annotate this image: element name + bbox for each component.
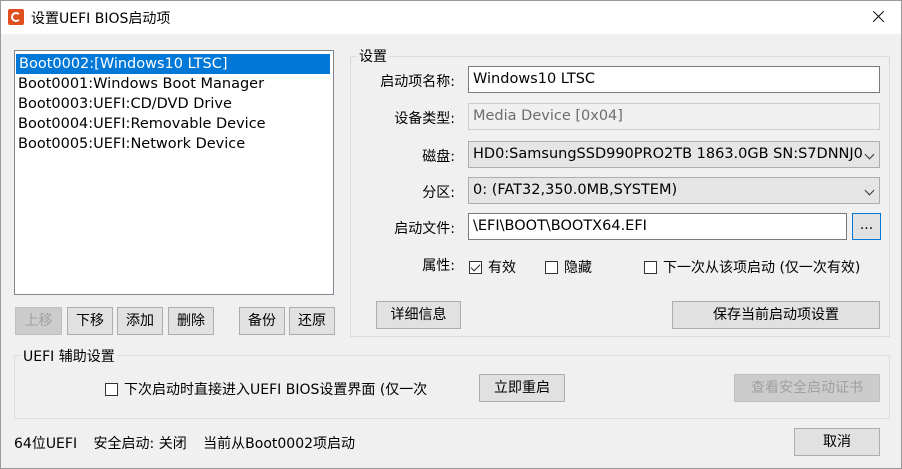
checkbox-unchecked-icon: [644, 260, 657, 274]
backup-button[interactable]: 备份: [239, 307, 285, 335]
browse-button[interactable]: ...: [852, 213, 881, 240]
status-bar: 64位UEFI 安全启动: 关闭 当前从Boot0002项启动: [14, 433, 367, 453]
chevron-down-icon: [864, 185, 875, 196]
app-logo-icon: [8, 9, 24, 25]
boot-file-label: 启动文件:: [394, 221, 455, 237]
details-button[interactable]: 详细信息: [376, 301, 461, 329]
add-button[interactable]: 添加: [117, 307, 163, 335]
enter-bios-checkbox-label: 下次启动时直接进入UEFI BIOS设置界面 (仅一次: [124, 382, 428, 398]
close-icon[interactable]: [855, 1, 901, 33]
list-item[interactable]: Boot0002:[Windows10 LTSC]: [16, 54, 330, 74]
delete-button[interactable]: 删除: [168, 307, 214, 335]
uefi-aux-group-label: UEFI 辅助设置: [21, 346, 117, 366]
hidden-checkbox-label: 隐藏: [564, 260, 592, 276]
partition-select[interactable]: 0: (FAT32,350.0MB,SYSTEM): [468, 177, 880, 204]
title-bar: 设置UEFI BIOS启动项: [1, 1, 901, 34]
list-item[interactable]: Boot0004:UEFI:Removable Device: [15, 114, 333, 134]
uefi-arch-status: 64位UEFI: [14, 436, 78, 452]
boot-name-label: 启动项名称:: [380, 74, 455, 90]
hidden-checkbox[interactable]: 隐藏: [545, 257, 592, 277]
disk-select[interactable]: HD0:SamsungSSD990PRO2TB 1863.0GB SN:S7DN…: [468, 141, 880, 168]
checkbox-unchecked-icon: [105, 382, 118, 396]
boot-name-field[interactable]: Windows10 LTSC: [468, 66, 880, 93]
device-type-field: Media Device [0x04]: [468, 103, 880, 130]
disk-label: 磁盘:: [422, 149, 455, 165]
current-boot-status: 当前从Boot0002项启动: [203, 436, 356, 452]
list-item[interactable]: Boot0001:Windows Boot Manager: [15, 74, 333, 94]
save-settings-button[interactable]: 保存当前启动项设置: [672, 301, 880, 329]
checkbox-checked-icon: [469, 260, 482, 274]
active-checkbox[interactable]: 有效: [469, 257, 516, 277]
view-secure-boot-certs-button[interactable]: 查看安全启动证书: [734, 374, 880, 402]
next-boot-checkbox[interactable]: 下一次从该项启动 (仅一次有效): [644, 257, 860, 277]
active-checkbox-label: 有效: [488, 260, 516, 276]
list-item[interactable]: Boot0005:UEFI:Network Device: [15, 134, 333, 154]
enter-bios-checkbox[interactable]: 下次启动时直接进入UEFI BIOS设置界面 (仅一次: [105, 379, 427, 399]
next-boot-checkbox-label: 下一次从该项启动 (仅一次有效): [663, 260, 861, 276]
checkbox-unchecked-icon: [545, 260, 558, 274]
dialog-window: 设置UEFI BIOS启动项 Boot0002:[Windows10 LTSC]…: [0, 0, 902, 469]
restart-now-button[interactable]: 立即重启: [479, 374, 565, 402]
boot-file-field[interactable]: \EFI\BOOT\BOOTX64.EFI: [468, 213, 847, 240]
attributes-label: 属性:: [422, 258, 455, 274]
secure-boot-status: 安全启动: 关闭: [93, 436, 187, 452]
boot-entry-list[interactable]: Boot0002:[Windows10 LTSC] Boot0001:Windo…: [14, 50, 334, 295]
partition-label: 分区:: [422, 185, 455, 201]
list-item[interactable]: Boot0003:UEFI:CD/DVD Drive: [15, 94, 333, 114]
disk-select-value: HD0:SamsungSSD990PRO2TB 1863.0GB SN:S7DN…: [473, 146, 863, 162]
move-down-button[interactable]: 下移: [67, 307, 113, 335]
window-title: 设置UEFI BIOS启动项: [31, 11, 171, 27]
partition-select-value: 0: (FAT32,350.0MB,SYSTEM): [473, 182, 678, 198]
chevron-down-icon: [864, 149, 875, 160]
device-type-label: 设备类型:: [394, 111, 455, 127]
move-up-button[interactable]: 上移: [15, 307, 62, 335]
settings-group-label: 设置: [357, 46, 389, 66]
restore-button[interactable]: 还原: [289, 307, 335, 335]
cancel-button[interactable]: 取消: [794, 428, 880, 456]
